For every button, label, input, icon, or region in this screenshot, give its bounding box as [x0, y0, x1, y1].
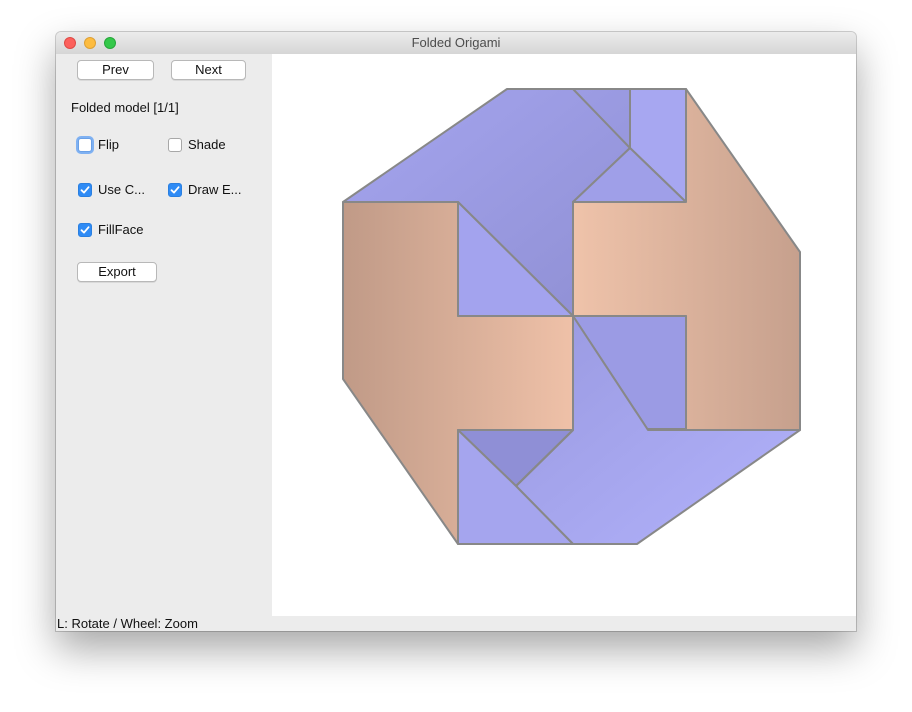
- draw-edges-checkbox[interactable]: [168, 183, 182, 197]
- checkmark-icon: [80, 226, 90, 234]
- flip-label: Flip: [98, 137, 119, 152]
- checkmark-icon: [170, 186, 180, 194]
- export-button[interactable]: Export: [77, 262, 157, 282]
- use-color-checkbox[interactable]: [78, 183, 92, 197]
- model-label: Folded model [1/1]: [71, 100, 179, 115]
- checkmark-icon: [80, 186, 90, 194]
- flip-checkbox[interactable]: [78, 138, 92, 152]
- app-window: Folded Origami Prev Next Folded model [1…: [56, 32, 856, 631]
- fill-face-label: FillFace: [98, 222, 144, 237]
- draw-edges-label: Draw E...: [188, 182, 242, 197]
- status-hint: L: Rotate / Wheel: Zoom: [57, 616, 198, 631]
- shade-label: Shade: [188, 137, 226, 152]
- origami-canvas[interactable]: [272, 54, 856, 616]
- prev-button[interactable]: Prev: [77, 60, 154, 80]
- status-bar: L: Rotate / Wheel: Zoom: [56, 616, 856, 631]
- use-color-label: Use C...: [98, 182, 145, 197]
- window-title: Folded Origami: [411, 35, 501, 50]
- fill-face-checkbox[interactable]: [78, 223, 92, 237]
- next-button[interactable]: Next: [171, 60, 246, 80]
- folded-model-view[interactable]: [272, 54, 856, 616]
- shade-checkbox[interactable]: [168, 138, 182, 152]
- title-bar: Folded Origami: [56, 32, 856, 55]
- control-panel: Prev Next Folded model [1/1] Flip Shade …: [56, 54, 272, 616]
